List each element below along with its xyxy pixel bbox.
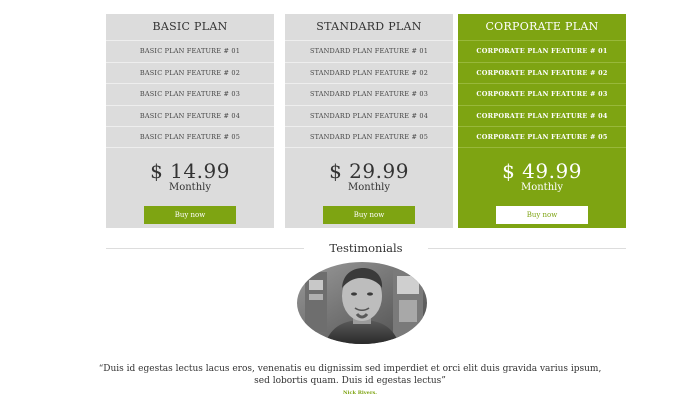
plan-period: Monthly [347,181,390,193]
pricing-plans: BASIC PLAN BASIC PLAN FEATURE # 01 BASIC… [0,14,700,228]
plan-price: $ 14.99 [150,158,230,183]
feature-item: CORPORATE PLAN FEATURE # 05 [458,126,626,148]
buy-now-button-basic[interactable]: Buy now [144,205,236,224]
plan-title: CORPORATE PLAN [485,20,599,33]
plan-title: STANDARD PLAN [316,20,422,33]
plan-price: $ 29.99 [329,158,409,183]
testimonial-author: Nick Rivers. [342,390,378,396]
feature-list: STANDARD PLAN FEATURE # 01 STANDARD PLAN… [285,40,453,148]
buy-now-button-corporate[interactable]: Buy now [496,205,588,224]
feature-list: BASIC PLAN FEATURE # 01 BASIC PLAN FEATU… [106,40,274,148]
testimonials-title: Testimonials [329,241,403,255]
divider [428,248,626,249]
plan-card-corporate: CORPORATE PLAN CORPORATE PLAN FEATURE # … [458,14,626,228]
plan-title: BASIC PLAN [152,20,228,33]
buy-now-button-standard[interactable]: Buy now [323,205,415,224]
testimonial-avatar [297,262,427,344]
divider [106,248,304,249]
feature-item: CORPORATE PLAN FEATURE # 04 [458,104,626,127]
avatar-photo [297,262,427,344]
plan-period: Monthly [520,181,563,193]
feature-item: CORPORATE PLAN FEATURE # 02 [458,61,626,84]
feature-item: STANDARD PLAN FEATURE # 04 [285,104,453,127]
feature-list: CORPORATE PLAN FEATURE # 01 CORPORATE PL… [458,40,626,148]
feature-item: BASIC PLAN FEATURE # 04 [106,104,274,127]
feature-item: STANDARD PLAN FEATURE # 03 [285,83,453,105]
feature-item: BASIC PLAN FEATURE # 01 [106,40,274,62]
plan-price: $ 49.99 [502,158,582,183]
plan-card-standard: STANDARD PLAN STANDARD PLAN FEATURE # 01… [285,14,453,228]
testimonials-header: Testimonials [106,240,626,256]
feature-item: STANDARD PLAN FEATURE # 05 [285,126,453,148]
feature-item: BASIC PLAN FEATURE # 05 [106,126,274,148]
feature-item: BASIC PLAN FEATURE # 02 [106,61,274,84]
feature-item: CORPORATE PLAN FEATURE # 03 [458,83,626,105]
plan-card-basic: BASIC PLAN BASIC PLAN FEATURE # 01 BASIC… [106,14,274,228]
feature-item: BASIC PLAN FEATURE # 03 [106,83,274,105]
feature-item: STANDARD PLAN FEATURE # 02 [285,61,453,84]
feature-item: STANDARD PLAN FEATURE # 01 [285,40,453,62]
testimonial-quote: “Duis id egestas lectus lacus eros, vene… [98,364,602,386]
feature-item: CORPORATE PLAN FEATURE # 01 [458,40,626,62]
plan-period: Monthly [168,181,211,193]
